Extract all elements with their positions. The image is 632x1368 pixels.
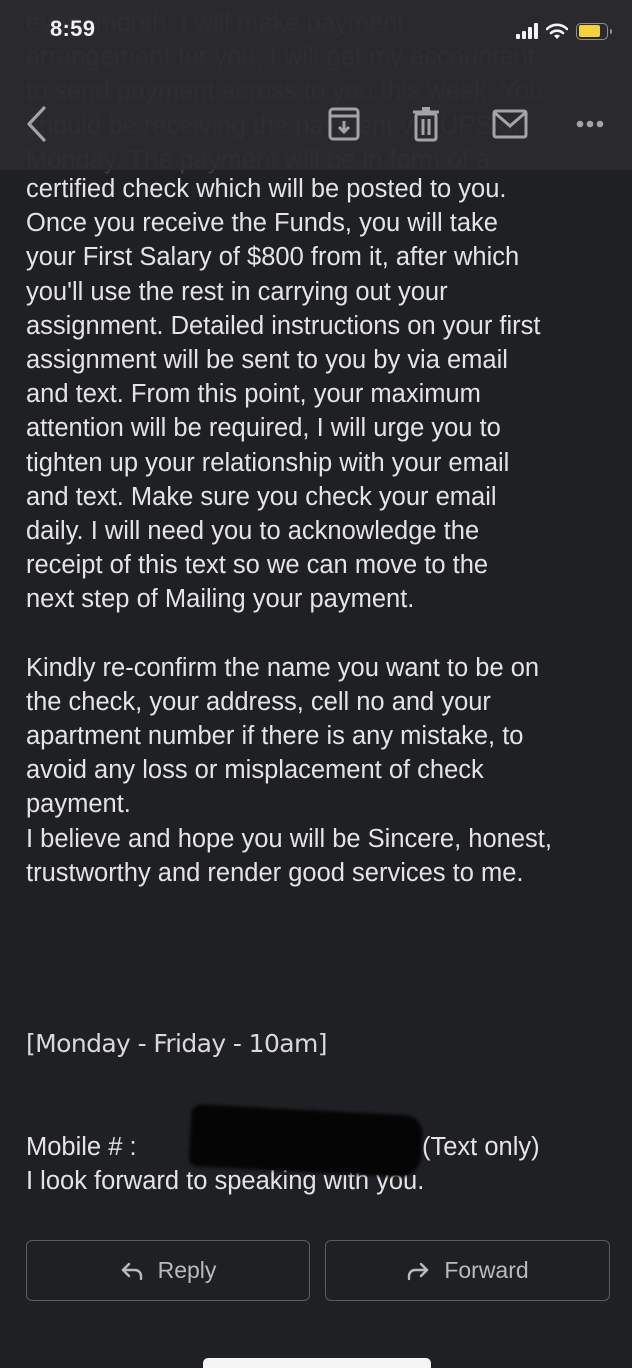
email-paragraph: certified check which will be posted to … xyxy=(26,175,541,614)
status-icons xyxy=(516,20,612,42)
reply-label: Reply xyxy=(157,1257,217,1283)
status-time: 8:59 xyxy=(50,16,96,41)
mark-unread-button[interactable] xyxy=(484,96,536,152)
mobile-note: (Text only) xyxy=(422,1133,540,1161)
forward-icon xyxy=(408,1262,429,1280)
more-button[interactable] xyxy=(566,96,614,152)
delete-button[interactable] xyxy=(402,96,450,152)
email-header-bar: 8:59 xyxy=(0,0,632,170)
back-icon xyxy=(27,106,46,142)
trash-icon xyxy=(413,107,439,142)
wifi-icon xyxy=(546,23,568,39)
archive-button[interactable] xyxy=(320,96,368,152)
email-toolbar xyxy=(0,96,632,152)
battery-level xyxy=(578,25,601,37)
more-icon xyxy=(576,120,604,128)
availability-hours: [Monday - Friday - 10am] xyxy=(26,1029,327,1058)
cellular-signal-icon xyxy=(516,23,538,39)
forward-label: Forward xyxy=(444,1257,529,1283)
redaction-mark xyxy=(188,1103,424,1179)
back-button[interactable] xyxy=(14,96,58,152)
mobile-label: Mobile # : xyxy=(26,1133,137,1161)
mail-icon xyxy=(492,109,528,139)
battery-icon xyxy=(576,22,612,40)
email-body: certified check which will be posted to … xyxy=(26,172,626,890)
reply-icon xyxy=(121,1262,142,1280)
archive-icon xyxy=(328,107,360,141)
email-paragraph: Kindly re-confirm the name you want to b… xyxy=(26,653,552,887)
forward-button[interactable]: Forward xyxy=(325,1240,610,1301)
reply-button[interactable]: Reply xyxy=(26,1240,310,1301)
home-indicator[interactable] xyxy=(203,1358,431,1368)
